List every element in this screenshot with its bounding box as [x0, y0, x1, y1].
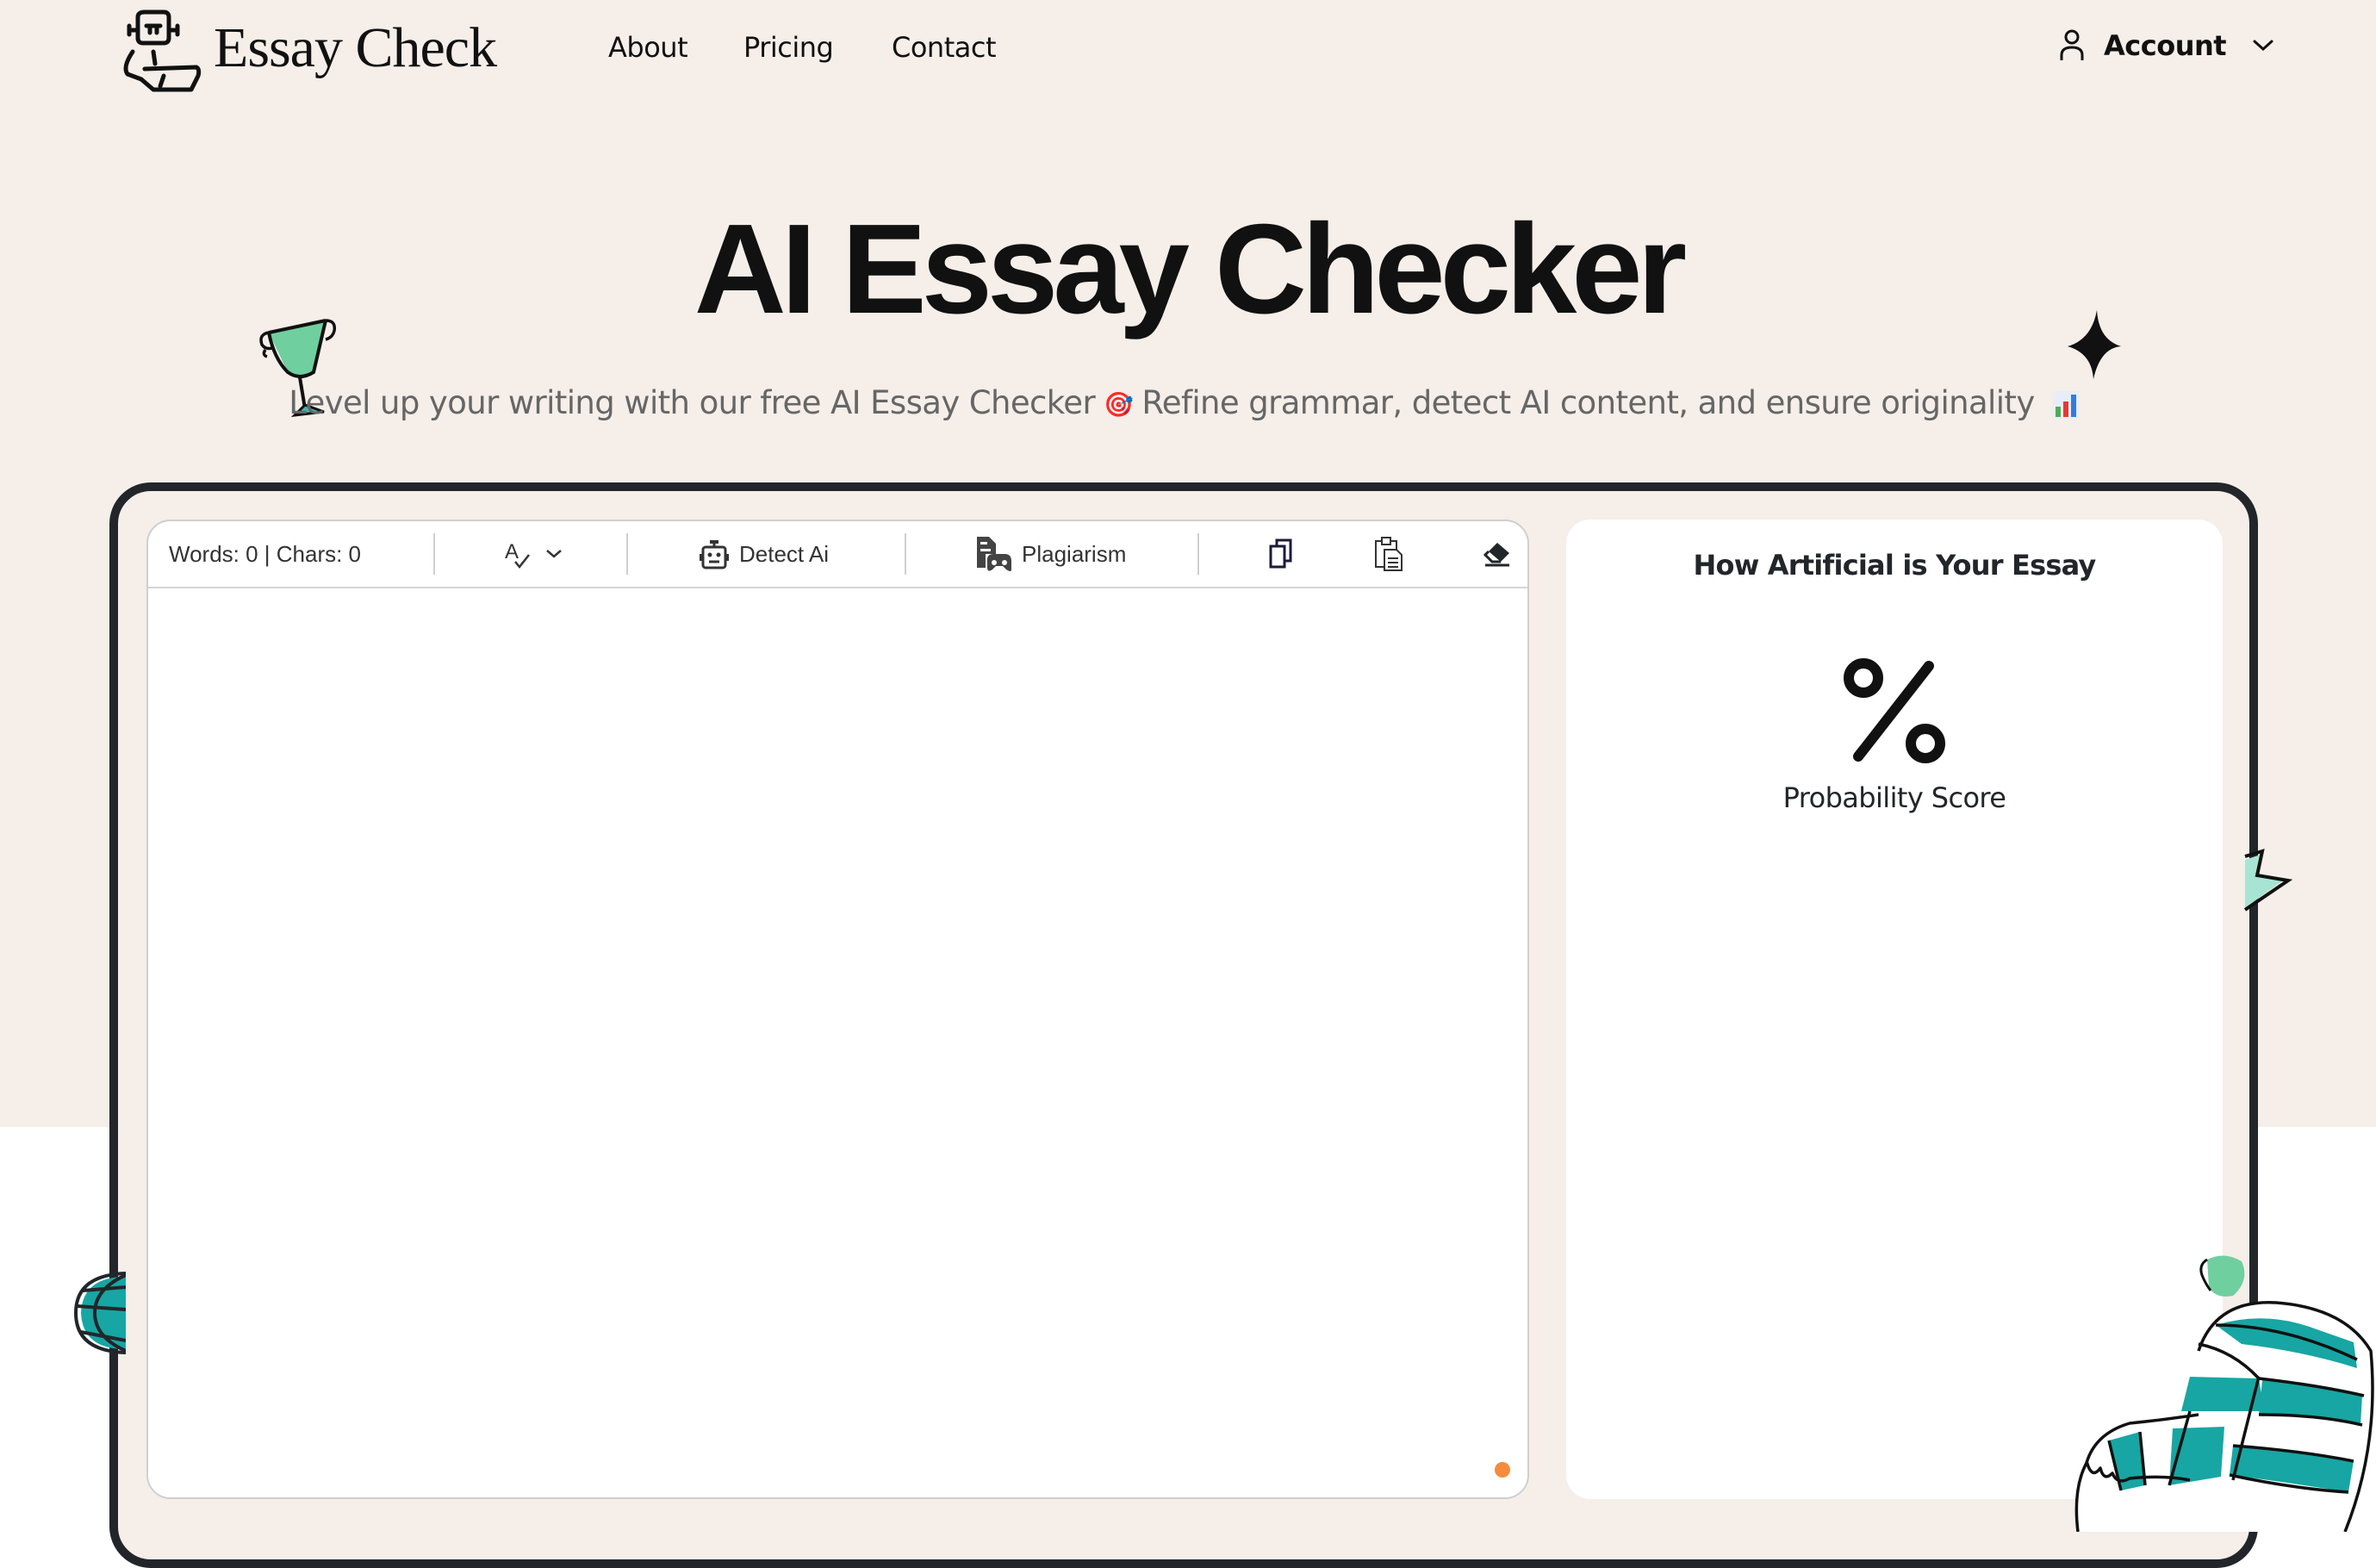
probability-score-label: Probability Score	[1782, 781, 2006, 814]
editor-toolbar: Words: 0 | Chars: 0 A Detect Ai Plagiari…	[148, 521, 1527, 588]
account-label: Account	[2104, 29, 2227, 62]
results-heading: How Artificial is Your Essay	[1693, 549, 2097, 582]
nav-about[interactable]: About	[608, 31, 688, 64]
globe-illustration	[74, 1272, 126, 1354]
brand-name: Essay Check	[214, 16, 497, 79]
paste-button[interactable]	[1374, 521, 1403, 587]
spell-check-icon: A	[505, 540, 530, 569]
plagiarism-label: Plagiarism	[1022, 540, 1127, 567]
word-char-counter: Words: 0 | Chars: 0	[169, 540, 362, 567]
svg-text:A: A	[505, 540, 519, 563]
plagiarism-icon	[977, 537, 1011, 571]
paste-icon	[1375, 537, 1403, 571]
copy-icon	[1269, 538, 1292, 569]
detect-ai-label: Detect Ai	[739, 540, 830, 567]
nav-contact[interactable]: Contact	[892, 31, 997, 64]
subtitle-text-2: Refine grammar, detect AI content, and e…	[1141, 384, 2035, 421]
toolbar-divider	[905, 533, 906, 575]
user-icon	[2060, 29, 2084, 60]
lightning-illustration	[2243, 849, 2293, 912]
subtitle-text-1: Level up your writing with our free AI E…	[289, 384, 1096, 421]
brand-logo[interactable]: Essay Check	[119, 7, 497, 93]
account-menu[interactable]: Account	[2059, 29, 2274, 62]
essay-editor: Words: 0 | Chars: 0 A Detect Ai Plagiari…	[146, 520, 1529, 1499]
bar-chart-icon	[2052, 390, 2079, 419]
eraser-icon	[1483, 543, 1509, 567]
target-icon: 🎯	[1104, 390, 1134, 419]
toolbar-divider	[433, 533, 435, 575]
page-title: AI Essay Checker	[694, 198, 1687, 340]
nav-pricing[interactable]: Pricing	[743, 31, 834, 64]
toolbar-divider	[1197, 533, 1199, 575]
status-indicator	[1495, 1462, 1510, 1478]
essay-input[interactable]	[148, 588, 1527, 1497]
chevron-down-icon	[546, 550, 562, 558]
clear-button[interactable]	[1483, 521, 1511, 587]
grammar-dropdown-button[interactable]: A	[503, 521, 563, 587]
robot-laptop-icon	[123, 9, 202, 92]
robot-icon	[700, 540, 729, 569]
copy-button[interactable]	[1268, 521, 1294, 587]
percent-icon	[1844, 658, 1945, 763]
plagiarism-button[interactable]: Plagiarism	[975, 521, 1126, 587]
toolbar-divider	[626, 533, 628, 575]
sparkle-icon	[2068, 310, 2121, 379]
hero-subtitle: Level up your writing with our free AI E…	[0, 384, 2376, 421]
person-illustration	[2074, 1255, 2374, 1532]
detect-ai-button[interactable]: Detect Ai	[700, 521, 829, 587]
chevron-down-icon	[2253, 40, 2273, 52]
